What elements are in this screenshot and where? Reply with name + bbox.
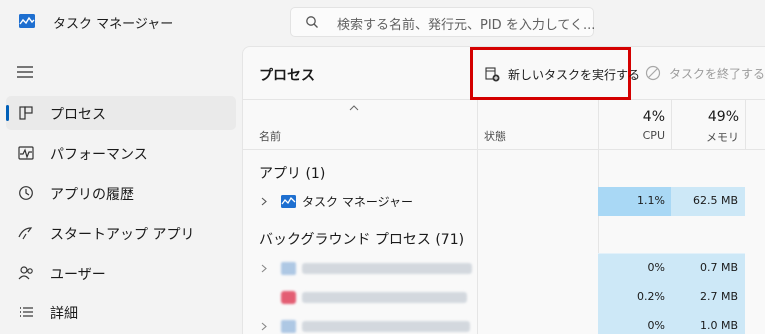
group-header-background: バックグラウンド プロセス (71): [259, 232, 465, 248]
end-task-label: タスクを終了する: [669, 67, 765, 81]
window-title: タスク マネージャー: [53, 17, 174, 32]
task-manager-process-icon: [281, 195, 296, 208]
sidebar-item-label: 詳細: [50, 306, 78, 322]
sidebar-item-label: プロセス: [50, 107, 106, 123]
sidebar: プロセス パフォーマンス アプリの履歴 スタートアップ アプリ ユーザー 詳細: [0, 46, 242, 334]
memory-cell: 2.7 MB: [671, 283, 745, 312]
memory-cell: 1.0 MB: [671, 312, 745, 334]
sidebar-item-label: スタートアップ アプリ: [50, 227, 195, 243]
table-row[interactable]: 0.2% 2.7 MB: [243, 283, 765, 312]
column-divider: [745, 100, 746, 150]
process-name: タスク マネージャー: [302, 195, 413, 209]
startup-apps-icon: [18, 227, 33, 240]
sidebar-item-label: アプリの履歴: [50, 187, 134, 203]
page-title: プロセス: [259, 68, 315, 84]
sidebar-item-startup-apps[interactable]: スタートアップ アプリ: [6, 216, 236, 250]
cpu-value: 0.2%: [637, 290, 665, 303]
search-box[interactable]: 検索する名前、発行元、PID を入力してく...: [290, 7, 596, 37]
command-bar: プロセス 新しいタスクを実行する タスクを終了する: [243, 47, 765, 100]
sidebar-item-app-history[interactable]: アプリの履歴: [6, 176, 236, 210]
processes-icon: [19, 106, 33, 120]
performance-icon: [18, 146, 34, 160]
group-header-apps: アプリ (1): [259, 166, 326, 182]
chevron-right-icon[interactable]: [261, 322, 267, 331]
blurred-process-icon: [281, 320, 296, 333]
blurred-process-icon: [281, 291, 296, 304]
sort-ascending-icon[interactable]: [349, 105, 359, 111]
column-header-status[interactable]: 状態: [484, 128, 506, 144]
cpu-cell: 1.1%: [598, 187, 671, 216]
task-manager-app-icon: [19, 14, 35, 28]
table-row[interactable]: タスク マネージャー 1.1% 62.5 MB: [243, 187, 765, 216]
table-row[interactable]: 0% 1.0 MB: [243, 312, 765, 334]
memory-cell: 62.5 MB: [671, 187, 745, 216]
search-icon: [306, 16, 318, 28]
blurred-process-name: [302, 321, 470, 332]
title-bar: タスク マネージャー 検索する名前、発行元、PID を入力してく...: [0, 0, 765, 46]
sidebar-item-performance[interactable]: パフォーマンス: [6, 136, 236, 170]
column-divider: [671, 100, 672, 150]
sidebar-item-users[interactable]: ユーザー: [6, 256, 236, 290]
chevron-right-icon[interactable]: [261, 264, 267, 273]
blurred-process-name: [302, 292, 467, 303]
column-header-cpu-percent[interactable]: 4%: [643, 109, 665, 125]
cpu-cell: 0.2%: [598, 283, 671, 312]
cpu-value: 0%: [647, 261, 665, 274]
cpu-value: 0%: [647, 319, 665, 332]
table-row[interactable]: 0% 0.7 MB: [243, 254, 765, 283]
column-header-name[interactable]: 名前: [259, 128, 281, 144]
column-header-memory[interactable]: メモリ: [706, 129, 739, 145]
column-divider: [598, 100, 599, 150]
run-new-task-label: 新しいタスクを実行する: [508, 68, 641, 82]
memory-cell: 0.7 MB: [671, 254, 745, 283]
column-header-row: 名前 状態 4% CPU 49% メモリ: [243, 100, 765, 150]
cpu-cell: 0%: [598, 254, 671, 283]
sidebar-item-details[interactable]: 詳細: [6, 295, 236, 329]
run-new-task-button[interactable]: 新しいタスクを実行する: [470, 47, 640, 100]
users-icon: [18, 266, 33, 280]
cpu-cell: 0%: [598, 312, 671, 334]
prohibited-icon: [645, 65, 661, 81]
processes-panel: プロセス 新しいタスクを実行する タスクを終了する 名前 状態 4% CPU 4…: [242, 46, 765, 334]
chevron-right-icon[interactable]: [261, 197, 267, 206]
column-header-memory-percent[interactable]: 49%: [708, 109, 739, 125]
search-placeholder: 検索する名前、発行元、PID を入力してく...: [337, 18, 596, 33]
column-divider: [477, 100, 478, 150]
sidebar-item-label: パフォーマンス: [50, 147, 148, 163]
blurred-process-name: [302, 263, 472, 274]
sidebar-item-processes[interactable]: プロセス: [6, 96, 236, 130]
active-indicator: [6, 105, 9, 121]
sidebar-item-label: ユーザー: [50, 267, 106, 283]
blurred-process-icon: [281, 262, 296, 275]
memory-value: 2.7 MB: [699, 290, 738, 303]
app-history-icon: [19, 186, 33, 200]
cpu-value: 1.1%: [637, 194, 665, 207]
memory-value: 62.5 MB: [692, 194, 738, 207]
memory-value: 0.7 MB: [699, 261, 738, 274]
hamburger-menu-icon[interactable]: [16, 65, 34, 79]
new-task-icon: [485, 67, 500, 82]
memory-value: 1.0 MB: [699, 319, 738, 332]
details-icon: [20, 307, 33, 317]
column-header-cpu[interactable]: CPU: [643, 129, 665, 142]
